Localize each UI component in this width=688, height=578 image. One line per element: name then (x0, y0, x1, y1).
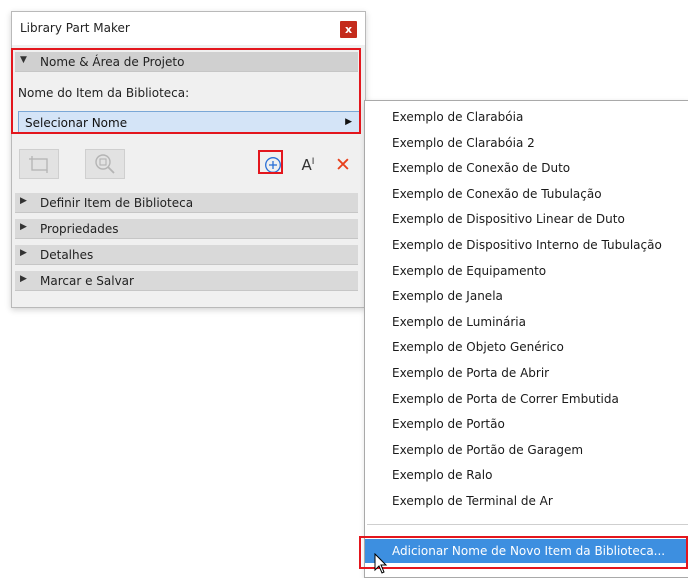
menu-item[interactable]: Exemplo de Portão (392, 417, 505, 431)
crop-tool-button[interactable] (19, 149, 59, 179)
crop-icon (29, 156, 48, 173)
menu-item[interactable]: Exemplo de Objeto Genérico (392, 340, 564, 354)
delete-button[interactable]: ✕ (332, 154, 354, 176)
section-marcar-salvar[interactable]: ▶ Marcar e Salvar (15, 271, 358, 291)
palette-titlebar[interactable]: Library Part Maker x (12, 12, 365, 45)
menu-item[interactable]: Exemplo de Luminária (392, 315, 526, 329)
text-style-icon: AI (302, 156, 315, 174)
menu-item[interactable]: Exemplo de Dispositivo Linear de Duto (392, 212, 625, 226)
highlight-name-section (11, 48, 361, 134)
zoom-tool-button[interactable] (85, 149, 125, 179)
menu-item[interactable]: Exemplo de Equipamento (392, 264, 546, 278)
section-definir-item[interactable]: ▶ Definir Item de Biblioteca (15, 193, 358, 213)
menu-item[interactable]: Exemplo de Clarabóia (392, 110, 523, 124)
collapsed-arrow-icon: ▶ (20, 196, 27, 206)
zoom-icon (95, 154, 115, 174)
collapsed-arrow-icon: ▶ (20, 222, 27, 232)
menu-item[interactable]: Exemplo de Terminal de Ar (392, 494, 553, 508)
section-label: Detalhes (40, 248, 94, 262)
section-detalhes[interactable]: ▶ Detalhes (15, 245, 358, 265)
section-label: Propriedades (40, 222, 119, 236)
palette-title: Library Part Maker (20, 21, 130, 35)
highlight-add-button (258, 150, 283, 174)
menu-item[interactable]: Exemplo de Ralo (392, 468, 492, 482)
collapsed-arrow-icon: ▶ (20, 248, 27, 258)
section-label: Definir Item de Biblioteca (40, 196, 194, 210)
menu-item[interactable]: Exemplo de Porta de Abrir (392, 366, 549, 380)
delete-x-icon: ✕ (335, 154, 351, 176)
highlight-add-new-item (359, 536, 688, 569)
menu-separator (367, 524, 688, 525)
mouse-cursor-icon (374, 553, 388, 574)
menu-item[interactable]: Exemplo de Clarabóia 2 (392, 136, 535, 150)
menu-item[interactable]: Exemplo de Portão de Garagem (392, 443, 583, 457)
section-propriedades[interactable]: ▶ Propriedades (15, 219, 358, 239)
menu-item[interactable]: Exemplo de Conexão de Duto (392, 161, 570, 175)
text-style-sup: I (311, 157, 315, 167)
text-style-letter: A (301, 156, 312, 174)
collapsed-arrow-icon: ▶ (20, 274, 27, 284)
menu-item[interactable]: Exemplo de Conexão de Tubulação (392, 187, 602, 201)
menu-item[interactable]: Exemplo de Janela (392, 289, 503, 303)
close-button[interactable]: x (340, 21, 357, 38)
menu-item[interactable]: Exemplo de Dispositivo Interno de Tubula… (392, 238, 662, 252)
menu-item[interactable]: Exemplo de Porta de Correr Embutida (392, 392, 619, 406)
name-popup-menu: Exemplo de Clarabóia Exemplo de Clarabóia… (364, 100, 688, 578)
text-style-button[interactable]: AI (295, 154, 321, 176)
section-label: Marcar e Salvar (40, 274, 134, 288)
